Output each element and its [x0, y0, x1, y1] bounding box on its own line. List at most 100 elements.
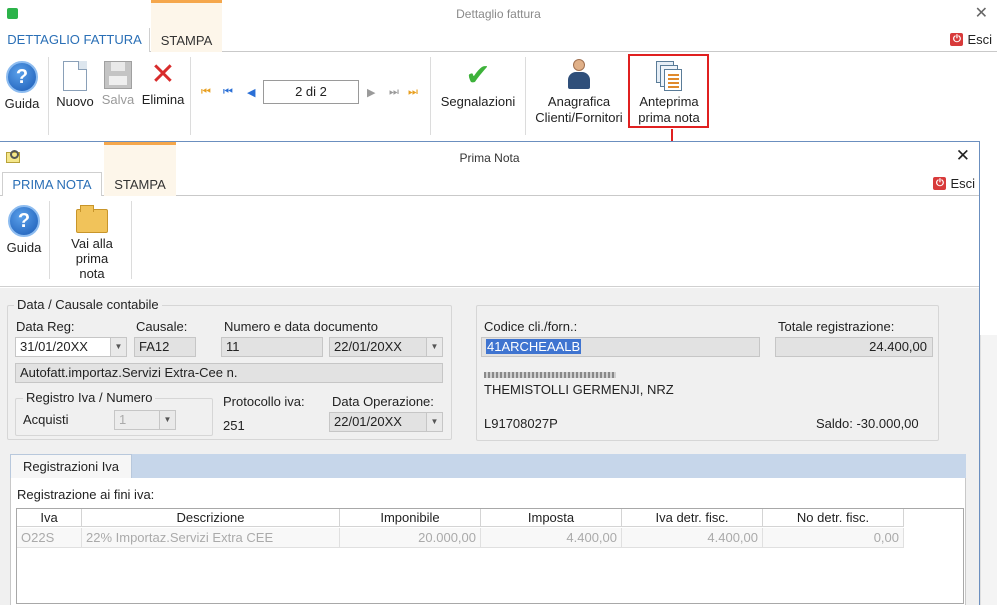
tab-stampa-inner-label: STAMPA: [114, 177, 166, 192]
nuovo-button[interactable]: Nuovo: [54, 61, 96, 109]
toolbar-separator: [131, 201, 132, 279]
table-cell[interactable]: 0,00: [763, 528, 904, 548]
outer-titlebar: Dettaglio fattura ✕: [0, 0, 997, 28]
tab-prima-nota[interactable]: PRIMA NOTA: [2, 172, 102, 196]
outer-tabbar: DETTAGLIO FATTURA STAMPA ⏻ Esci: [0, 0, 997, 52]
column-header[interactable]: Iva detr. fisc.: [622, 509, 763, 527]
codice-fiscale: L91708027P: [484, 416, 558, 431]
data-reg-field[interactable]: 31/01/20XX ▼: [15, 337, 127, 357]
outer-close-icon[interactable]: ✕: [975, 3, 988, 23]
column-header[interactable]: Iva: [17, 509, 82, 527]
column-header[interactable]: No detr. fisc.: [763, 509, 904, 527]
chevron-down-icon[interactable]: ▼: [426, 413, 442, 431]
tab-stampa-inner[interactable]: STAMPA: [104, 142, 176, 196]
outer-window-title: Dettaglio fattura: [456, 7, 541, 21]
table-cell[interactable]: 4.400,00: [481, 528, 622, 548]
segnalazioni-label: Segnalazioni: [440, 94, 516, 109]
column-header[interactable]: Imponibile: [340, 509, 481, 527]
outer-toolbar: ? Guida Nuovo Salva ✕ Elimina ⏮ ⏮ ◀ 2 di…: [0, 53, 997, 141]
last-record-icon[interactable]: ⏭: [408, 86, 418, 99]
table-cell[interactable]: 20.000,00: [340, 528, 481, 548]
descrizione-field[interactable]: Autofatt.importaz.Servizi Extra-Cee n.: [15, 363, 443, 383]
highlight-box: [628, 54, 709, 128]
registro-numero-value: 1: [119, 412, 127, 427]
causale-field[interactable]: FA12: [134, 337, 196, 357]
new-document-icon: [63, 61, 87, 91]
help-icon: ?: [8, 205, 40, 237]
registro-numero-field[interactable]: 1 ▼: [114, 410, 176, 430]
toolbar-separator: [49, 201, 50, 279]
save-icon: [104, 61, 132, 89]
chevron-down-icon[interactable]: ▼: [110, 338, 126, 356]
vai-label-2: prima nota: [75, 251, 109, 281]
toolbar-separator: [430, 57, 431, 135]
prev-page-icon[interactable]: ⏮: [223, 86, 233, 99]
help-icon: ?: [6, 61, 38, 93]
codice-cli-field[interactable]: 41ARCHEAALB: [481, 337, 760, 357]
causale-group-legend: Data / Causale contabile: [14, 297, 162, 312]
inner-toolbar: ? Guida Vai alla prima nota: [0, 197, 979, 287]
table-cell[interactable]: 22% Importaz.Servizi Extra CEE: [82, 528, 340, 548]
record-position-field[interactable]: 2 di 2: [263, 80, 359, 104]
esci-outer-label: Esci: [967, 32, 992, 47]
registro-iva-value: Acquisti: [23, 412, 69, 427]
numero-data-label: Numero e data documento: [224, 319, 378, 334]
toolbar-separator: [48, 57, 49, 135]
esci-inner-button[interactable]: ⏻ Esci: [933, 176, 975, 191]
ragione-sociale: THEMISTOLLI GERMENJI, NRZ: [484, 382, 674, 397]
vertical-scrollbar[interactable]: [980, 335, 997, 605]
first-record-icon[interactable]: ⏮: [201, 86, 211, 99]
esci-outer-button[interactable]: ⏻ Esci: [950, 32, 992, 47]
elimina-button[interactable]: ✕ Elimina: [140, 58, 186, 108]
delete-icon: ✕: [150, 58, 176, 91]
next-record-icon[interactable]: ▶: [367, 86, 375, 99]
totale-registrazione-field[interactable]: 24.400,00: [775, 337, 933, 357]
iva-panel: Registrazione ai fini iva: Iva Descrizio…: [10, 478, 966, 605]
column-header[interactable]: Descrizione: [82, 509, 340, 527]
inner-tabbar: PRIMA NOTA STAMPA ⏻ Esci: [0, 142, 979, 196]
prev-record-icon[interactable]: ◀: [247, 86, 255, 99]
table-cell[interactable]: 4.400,00: [622, 528, 763, 548]
guida-inner-label: Guida: [6, 240, 42, 255]
vai-alla-prima-nota-button[interactable]: Vai alla prima nota: [64, 203, 120, 281]
causale-label: Causale:: [136, 319, 188, 334]
power-icon: ⏻: [950, 33, 964, 46]
inner-close-icon[interactable]: ✕: [956, 146, 970, 166]
segnalazioni-button[interactable]: ✔ Segnalazioni: [436, 61, 520, 110]
tab-stampa-outer[interactable]: STAMPA: [151, 0, 222, 52]
tab-registrazioni-iva[interactable]: Registrazioni Iva: [10, 454, 132, 478]
salva-label: Salva: [101, 92, 135, 107]
redacted-text: [484, 372, 616, 378]
chevron-down-icon[interactable]: ▼: [426, 338, 442, 356]
registro-iva-legend: Registro Iva / Numero: [23, 390, 156, 405]
person-icon: [564, 59, 594, 91]
anagrafica-label-1: Anagrafica: [547, 94, 611, 109]
nuovo-label: Nuovo: [56, 94, 94, 109]
power-icon: ⏻: [933, 177, 947, 190]
anagrafica-label-2: Clienti/Fornitori: [535, 110, 623, 125]
protocollo-iva-value: 251: [223, 418, 245, 433]
data-operazione-field[interactable]: 22/01/20XX ▼: [329, 412, 443, 432]
iva-grid: Iva Descrizione Imponibile Imposta Iva d…: [16, 508, 964, 604]
guida-outer-label: Guida: [4, 96, 40, 111]
data-documento-value: 22/01/20XX: [334, 339, 402, 354]
saldo-value: Saldo: -30.000,00: [816, 416, 919, 431]
next-page-icon[interactable]: ⏭: [389, 86, 399, 99]
elimina-label: Elimina: [141, 92, 185, 107]
anagrafica-button[interactable]: Anagrafica Clienti/Fornitori: [531, 59, 627, 126]
toolbar-separator: [190, 57, 191, 135]
data-operazione-label: Data Operazione:: [332, 394, 434, 409]
chevron-down-icon[interactable]: ▼: [159, 411, 175, 429]
codice-cli-value: 41ARCHEAALB: [486, 339, 582, 354]
guida-outer-button[interactable]: ? Guida: [3, 61, 41, 111]
vai-label-1: Vai alla: [71, 236, 113, 251]
data-documento-field[interactable]: 22/01/20XX ▼: [329, 337, 443, 357]
tab-dettaglio-fattura[interactable]: DETTAGLIO FATTURA: [0, 28, 150, 52]
guida-inner-button[interactable]: ? Guida: [4, 205, 44, 255]
salva-button[interactable]: Salva: [100, 61, 136, 107]
numero-documento-field[interactable]: 11: [221, 337, 323, 357]
table-cell[interactable]: O22S: [17, 528, 82, 548]
esci-inner-label: Esci: [950, 176, 975, 191]
column-header[interactable]: Imposta: [481, 509, 622, 527]
protocollo-iva-label: Protocollo iva:: [223, 394, 305, 409]
